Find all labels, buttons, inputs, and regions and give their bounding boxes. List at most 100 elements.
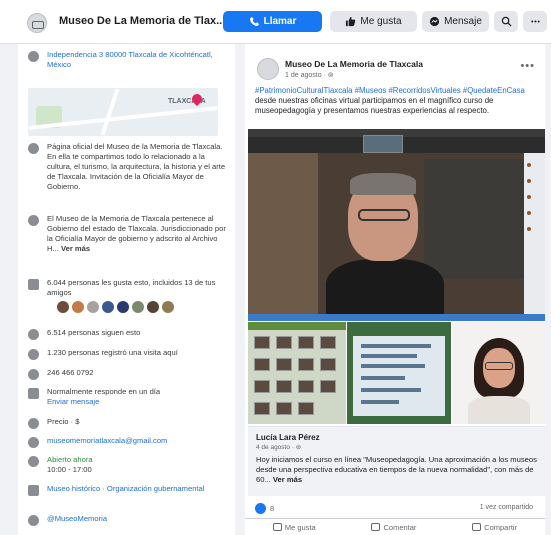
like-post-button[interactable]: Me gusta [272,523,316,532]
more-options-button[interactable] [523,11,547,32]
video-wall [248,153,318,321]
comment-button[interactable]: Comentar [371,523,416,532]
shared-post-timestamp: 4 de agosto · ⊚ [256,444,302,451]
avatar[interactable] [71,300,85,314]
post-options-icon[interactable]: ••• [520,60,535,72]
hours-row: Abierto ahora 10:00 - 17:00 [28,455,229,475]
response-row: Normalmente responde en un día Enviar men… [28,387,229,407]
phone-row: 246 466 0792 [28,368,229,380]
follows-row: 6.514 personas siguen esto [28,328,229,340]
description-text: Página oficial del Museo de la Memoria d… [47,142,226,191]
info-icon [28,143,39,154]
thumbs-up-icon [346,16,356,27]
checkin-icon [28,349,39,360]
hours-text: Abierto ahora 10:00 - 17:00 [47,455,93,474]
page-avatar[interactable] [27,13,47,33]
info-icon [28,215,39,226]
avatar[interactable] [86,300,100,314]
shared-post-author[interactable]: Lucía Lara Pérez [256,433,320,442]
email-link[interactable]: museomemoriatlaxcala@gmail.com [47,436,167,448]
post-body: #PatrimonioCulturalTlaxcala #Museos #Rec… [255,86,538,116]
video-call-screenshot[interactable] [248,129,545,321]
comment-icon [371,523,381,531]
follow-icon [28,329,39,340]
shared-post-attachment[interactable]: Lucía Lara Pérez 4 de agosto · ⊚ Hoy ini… [248,426,545,496]
checkins-row: 1.230 personas registró una visita aquí [28,348,229,360]
presentation-screen [353,336,445,416]
see-more-link[interactable]: Ver más [61,244,90,253]
video-shelf [424,159,524,279]
share-button[interactable]: Compartir [472,523,517,532]
twitter-link[interactable]: @MuseoMemoria [47,514,107,526]
post-hashtags[interactable]: #PatrimonioCulturalTlaxcala #Museos #Rec… [255,86,525,95]
speaker-glasses [358,209,410,221]
video-bottom-bar [248,314,545,321]
category-icon [28,485,39,496]
like-reaction-icon [255,503,266,514]
avatar[interactable] [131,300,145,314]
likes-text: 6.044 personas les gusta esto, incluidos… [47,278,216,297]
avatar[interactable] [146,300,160,314]
shares-count[interactable]: 1 vez compartido [480,504,533,511]
address-row: Independencia 3 80000 Tlaxcala de Xicoht… [28,50,229,70]
email-row: museomemoriatlaxcala@gmail.com [28,436,229,448]
speaker-hair [350,173,416,195]
category-row: Museo histórico · Organización gubername… [28,484,229,496]
friend-avatars[interactable] [56,300,175,314]
location-map[interactable]: TLAXCALA [28,88,218,136]
avatar[interactable] [161,300,175,314]
feed-post: Museo De La Memoria de Tlaxcala 1 de ago… [245,44,545,535]
search-icon [501,16,512,27]
participants-panel [524,153,545,321]
post-timestamp[interactable]: 1 de agosto · ⊚ [285,71,334,79]
price-text: Precio · $ [47,417,80,426]
shared-post-text: Hoy iniciamos el curso en línea "Museope… [256,455,537,484]
response-text: Normalmente responde en un día Enviar men… [47,387,161,406]
messenger-icon [28,388,39,399]
about-row: El Museo de la Memoria de Tlaxcala perte… [28,214,229,254]
reaction-summary[interactable]: 8 [255,503,274,514]
map-road [100,88,120,136]
phone-icon [249,16,259,27]
photo-grid-thumbnail[interactable] [248,322,346,424]
post-author-avatar[interactable] [257,58,279,80]
likes-row: 6.044 personas les gusta esto, incluidos… [28,278,229,298]
twitter-row: @MuseoMemoria [28,514,229,526]
speaker-body [326,259,444,321]
thumbs-up-icon [272,523,282,531]
speaker-glasses [485,362,513,370]
speaker-shirt [468,396,530,424]
phone-text[interactable]: 246 466 0792 [47,368,93,380]
category-link[interactable]: Museo histórico · Organización gubername… [47,484,204,496]
email-icon [28,437,39,448]
checkins-text: 1.230 personas registró una visita aquí [47,348,178,357]
send-message-link[interactable]: Enviar mensaje [47,397,99,406]
twitter-icon [28,515,39,526]
post-text: desde nuestras oficinas virtual particip… [255,96,494,115]
call-button[interactable]: Llamar [223,11,322,32]
photo-presentation-thumbnail[interactable] [347,322,451,424]
avatar[interactable] [116,300,130,314]
share-icon [472,523,482,531]
search-button[interactable] [494,11,518,32]
message-button[interactable]: Mensaje [422,11,489,32]
post-author[interactable]: Museo De La Memoria de Tlaxcala [285,59,423,69]
messenger-icon [430,16,440,27]
avatar[interactable] [101,300,115,314]
shared-see-more-link[interactable]: Ver más [273,475,302,484]
about-text: El Museo de la Memoria de Tlaxcala perte… [47,214,226,253]
thumbs-up-icon [28,279,39,290]
post-action-bar: Me gusta Comentar Compartir [245,518,545,535]
video-thumbnail [363,135,403,153]
like-page-button[interactable]: Me gusta [330,11,417,32]
description-row: Página oficial del Museo de la Memoria d… [28,142,229,192]
address-text[interactable]: Independencia 3 80000 Tlaxcala de Xicoht… [47,50,229,70]
photo-speaker-thumbnail[interactable] [452,322,545,424]
more-dots-icon [530,20,540,23]
clock-icon [28,456,39,467]
call-button-label: Llamar [263,16,297,27]
page-name[interactable]: Museo De La Memoria de Tlax... [59,15,225,27]
page-header-bar: Museo De La Memoria de Tlax... Llamar Me… [0,0,551,44]
avatar[interactable] [56,300,70,314]
follows-text: 6.514 personas siguen esto [47,328,141,337]
